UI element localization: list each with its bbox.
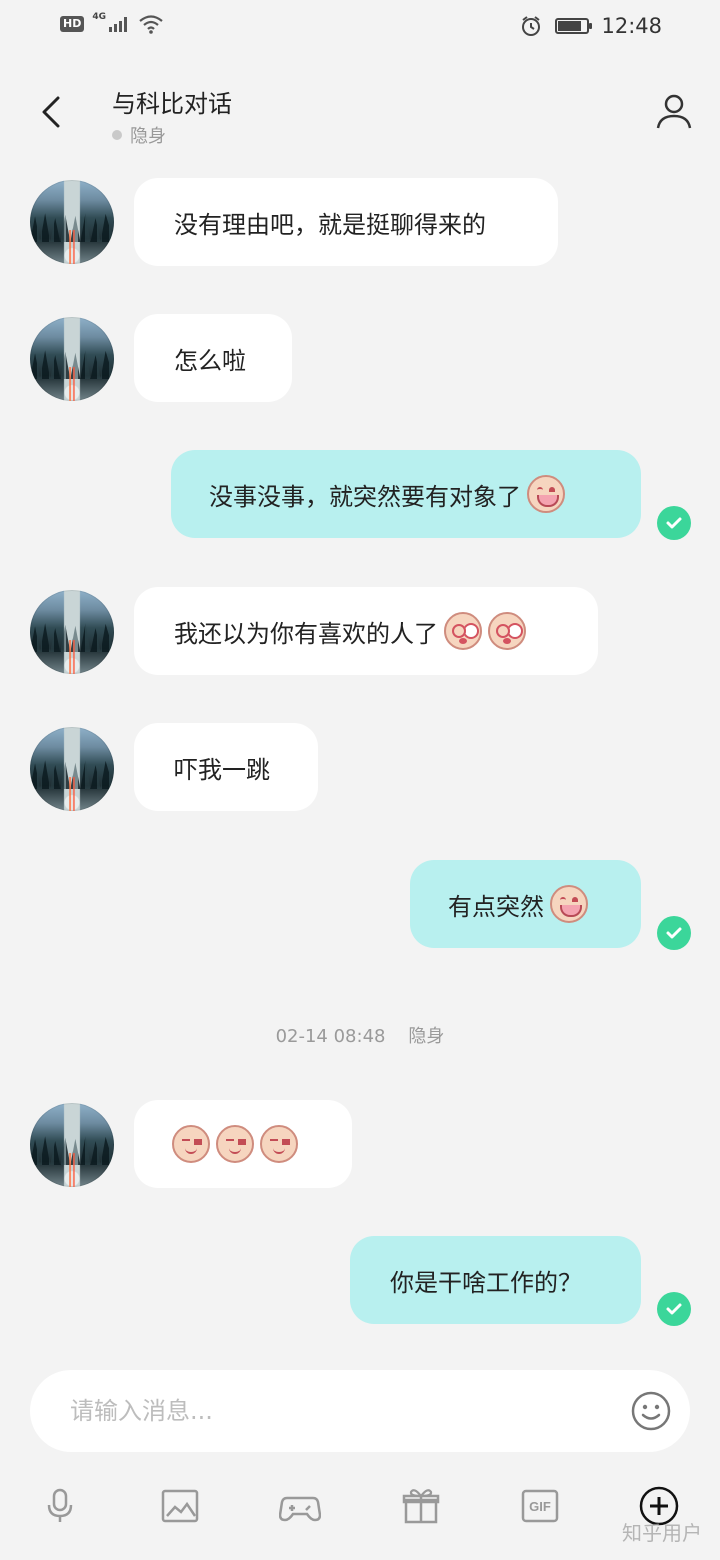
gif-label: GIF bbox=[529, 1499, 551, 1514]
shocked-emoji bbox=[488, 612, 526, 650]
message-timestamp: 02-14 08:48 隐身 bbox=[0, 1022, 720, 1048]
side-eye-emoji bbox=[216, 1125, 254, 1163]
incoming-message[interactable]: 怎么啦 bbox=[134, 314, 292, 402]
gift-button[interactable] bbox=[400, 1485, 442, 1527]
emoji-button[interactable] bbox=[630, 1390, 672, 1432]
side-eye-emoji bbox=[172, 1125, 210, 1163]
message-text: 没有理由吧，就是挺聊得来的 bbox=[174, 210, 486, 239]
chat-toolbar: GIF bbox=[0, 1475, 720, 1545]
message-text: 我还以为你有喜欢的人了 bbox=[174, 619, 438, 648]
message-text: 你是干啥工作的？ bbox=[390, 1268, 582, 1297]
contact-avatar[interactable] bbox=[30, 727, 114, 811]
contact-avatar[interactable] bbox=[30, 1103, 114, 1187]
outgoing-message[interactable]: 有点突然 bbox=[410, 860, 641, 948]
shocked-emoji bbox=[444, 612, 482, 650]
game-controller-icon bbox=[278, 1496, 322, 1522]
gif-button[interactable]: GIF bbox=[519, 1485, 561, 1527]
timestamp-status: 隐身 bbox=[408, 1026, 445, 1047]
incoming-message[interactable] bbox=[134, 1100, 352, 1188]
laugh-cry-emoji bbox=[527, 475, 565, 513]
timestamp-time: 02-14 08:48 bbox=[275, 1026, 386, 1047]
message-text: 吓我一跳 bbox=[174, 755, 270, 784]
message-input[interactable] bbox=[70, 1390, 590, 1432]
message-text: 有点突然 bbox=[448, 892, 544, 921]
outgoing-message[interactable]: 没事没事，就突然要有对象了 bbox=[171, 450, 641, 538]
gift-icon bbox=[402, 1489, 440, 1524]
contact-avatar[interactable] bbox=[30, 317, 114, 401]
message-list[interactable]: 没有理由吧，就是挺聊得来的 怎么啦 没事没事，就突然要有对象了 我还以为你有喜欢… bbox=[0, 0, 720, 1560]
side-eye-emoji bbox=[260, 1125, 298, 1163]
outgoing-message[interactable]: 你是干啥工作的？ bbox=[350, 1236, 641, 1324]
image-icon bbox=[161, 1489, 199, 1523]
message-composer[interactable] bbox=[30, 1370, 690, 1452]
incoming-message[interactable]: 没有理由吧，就是挺聊得来的 bbox=[134, 178, 558, 266]
message-text: 没事没事，就突然要有对象了 bbox=[209, 482, 521, 511]
laugh-cry-emoji bbox=[550, 885, 588, 923]
voice-button[interactable] bbox=[39, 1485, 81, 1527]
image-button[interactable] bbox=[159, 1485, 201, 1527]
gif-icon: GIF bbox=[521, 1489, 559, 1523]
watermark: 知乎用户 bbox=[622, 1521, 702, 1545]
smiley-icon bbox=[631, 1391, 671, 1431]
incoming-message[interactable]: 吓我一跳 bbox=[134, 723, 318, 811]
read-check-icon bbox=[657, 916, 691, 950]
incoming-message[interactable]: 我还以为你有喜欢的人了 bbox=[134, 587, 598, 675]
microphone-icon bbox=[47, 1488, 73, 1522]
contact-avatar[interactable] bbox=[30, 180, 114, 264]
read-check-icon bbox=[657, 1292, 691, 1326]
contact-avatar[interactable] bbox=[30, 590, 114, 674]
game-button[interactable] bbox=[278, 1485, 322, 1527]
read-check-icon bbox=[657, 506, 691, 540]
message-text: 怎么啦 bbox=[174, 346, 246, 375]
